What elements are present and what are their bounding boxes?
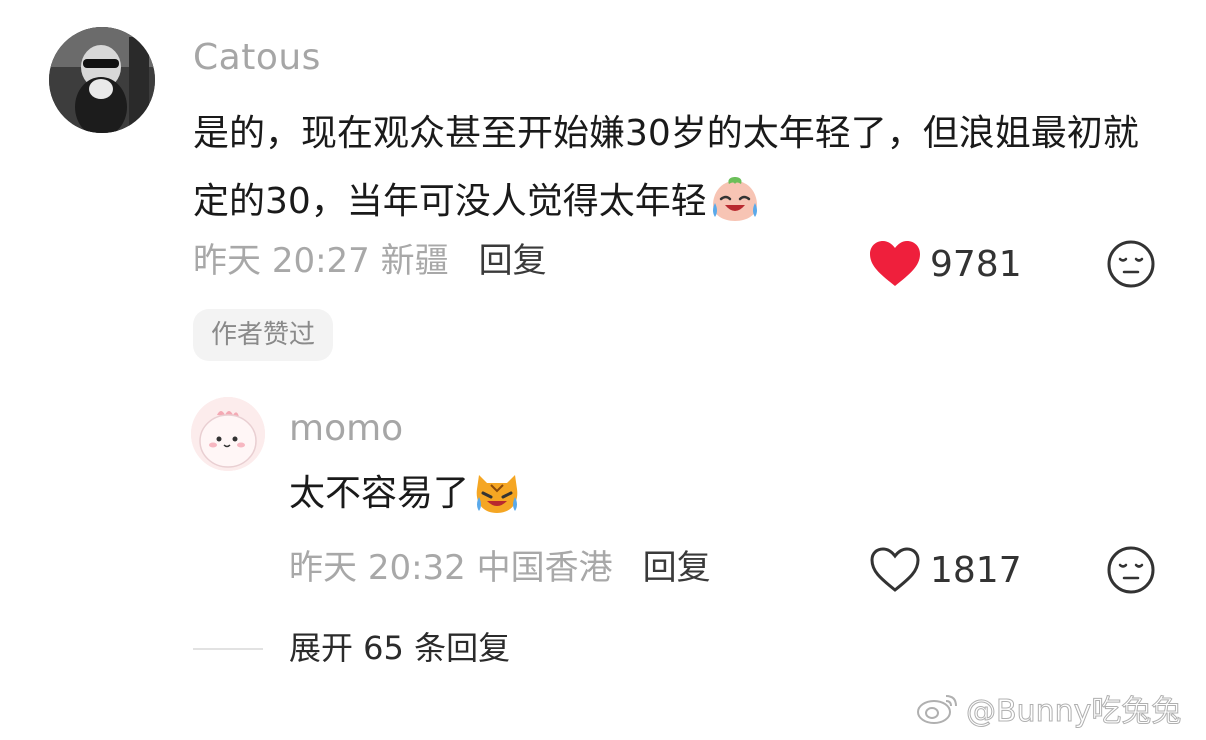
like-count: 9781	[930, 243, 1022, 285]
reply-avatar[interactable]	[191, 397, 265, 471]
reply-text-content: 太不容易了	[289, 473, 470, 514]
comment-text-content: 是的，现在观众甚至开始嫌30岁的太年轻了，但浪姐最初就定的30，当年可没人觉得太…	[193, 113, 1139, 222]
reply-text: 太不容易了	[289, 464, 523, 524]
reply-like-count: 1817	[930, 549, 1022, 591]
comment-author[interactable]: Catous	[193, 36, 321, 80]
like-button[interactable]: 9781	[868, 240, 1022, 288]
reply-reply-button[interactable]: 回复	[643, 548, 711, 588]
reply-dislike-face-icon[interactable]	[1106, 545, 1156, 595]
watermark: @Bunny吃兔兔	[916, 686, 1182, 730]
heart-outline-icon	[870, 547, 920, 592]
expand-replies-button[interactable]: 展开 65 条回复	[289, 626, 510, 670]
reply-location: 中国香港	[476, 548, 613, 588]
reply-author[interactable]: momo	[289, 407, 403, 451]
dog-avatar-image	[49, 27, 155, 133]
crying-tiger-emoji	[476, 475, 518, 513]
reply-time: 20:32	[367, 548, 466, 588]
weibo-logo-icon	[917, 695, 957, 724]
comment-date: 昨天	[193, 241, 261, 281]
dislike-face-icon[interactable]	[1106, 239, 1156, 289]
comment-meta: 昨天 20:27 新疆 回复	[193, 239, 547, 283]
expand-divider	[193, 648, 263, 650]
author-liked-badge: 作者赞过	[193, 309, 334, 361]
comment-time: 20:27	[271, 241, 370, 281]
watermark-text: @Bunny吃兔兔	[965, 694, 1182, 730]
cute-dino-avatar-image	[191, 397, 265, 471]
reply-date: 昨天	[289, 548, 357, 588]
reply-meta: 昨天 20:32 中国香港 回复	[289, 546, 711, 590]
avatar[interactable]	[49, 27, 155, 133]
heart-filled-icon	[870, 241, 920, 286]
reply-button[interactable]: 回复	[479, 241, 547, 281]
crying-laughing-peach-emoji	[712, 177, 757, 221]
comment-text: 是的，现在观众甚至开始嫌30岁的太年轻了，但浪姐最初就定的30，当年可没人觉得太…	[193, 100, 1153, 236]
comment-location: 新疆	[380, 241, 449, 281]
reply-like-button[interactable]: 1817	[868, 546, 1022, 594]
